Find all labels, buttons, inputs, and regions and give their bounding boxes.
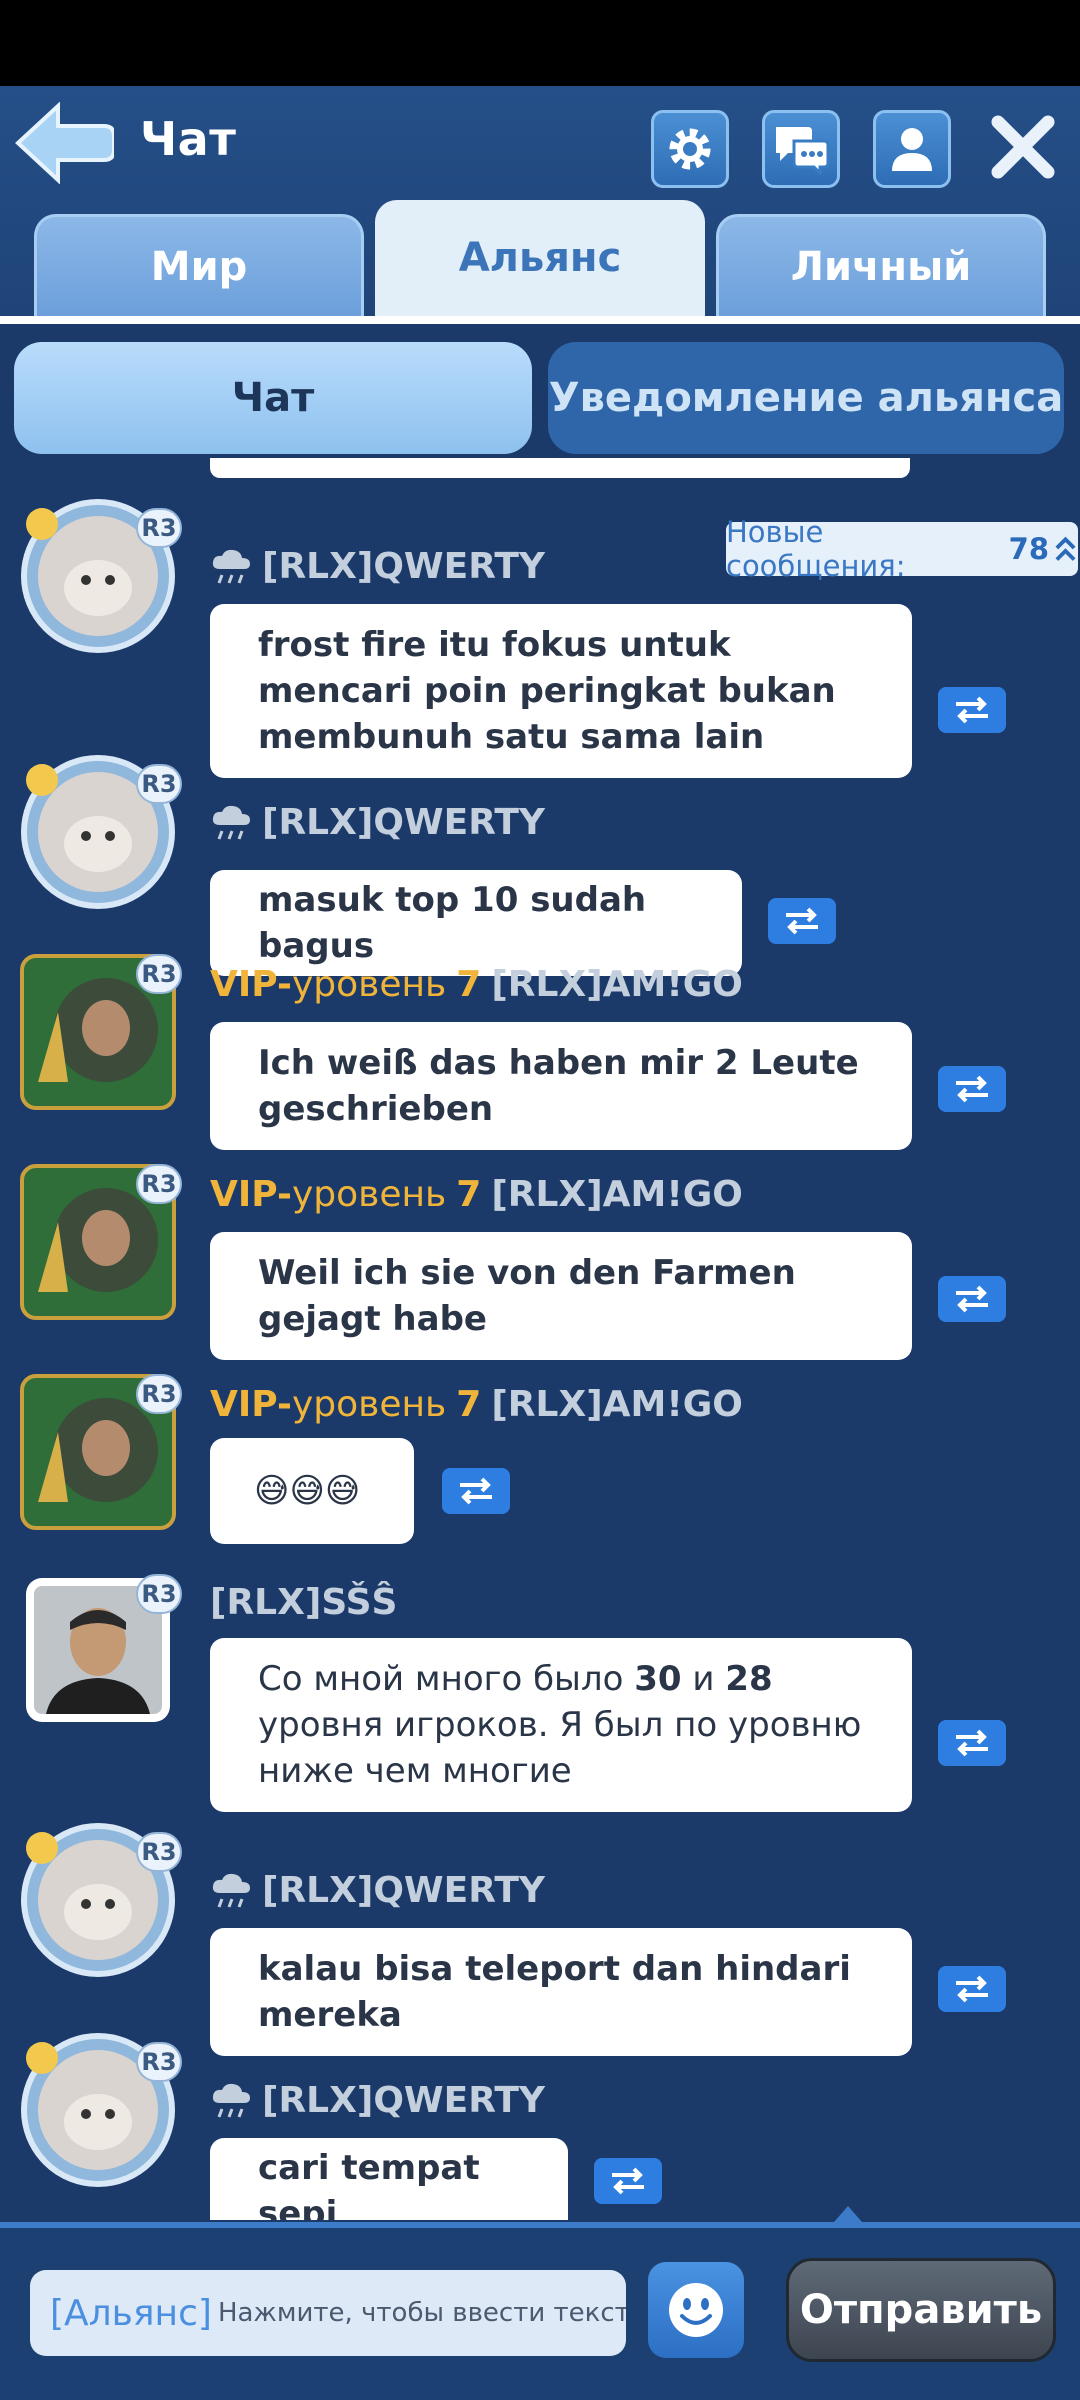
emoji-button[interactable] bbox=[648, 2262, 744, 2358]
vip-label: VIP- bbox=[210, 964, 292, 1005]
channel-tag: [Альянс] bbox=[50, 2292, 212, 2334]
new-messages-badge[interactable]: Новые сообщения: 78 bbox=[726, 515, 1078, 583]
settings-button[interactable] bbox=[651, 110, 729, 188]
tab-personal[interactable]: Личный bbox=[716, 214, 1046, 316]
message-input[interactable]: [Альянс] Нажмите, чтобы ввести текст bbox=[30, 2270, 626, 2356]
input-placeholder: Нажмите, чтобы ввести текст bbox=[217, 2298, 626, 2328]
vip-level-word: уровень bbox=[291, 1174, 447, 1215]
rank-badge: R3 bbox=[136, 1374, 182, 1414]
sender-name[interactable]: VIP-уровень 7 [RLX]AM!GO bbox=[210, 1174, 743, 1215]
message-bubble[interactable]: cari tempat sepi bbox=[210, 2138, 568, 2220]
translate-icon bbox=[460, 1477, 492, 1505]
translate-icon bbox=[956, 696, 988, 724]
sender-name-text: [RLX]QWERTY bbox=[262, 546, 545, 587]
vip-label: VIP- bbox=[210, 1384, 292, 1425]
message-text-number: 28 bbox=[725, 1659, 773, 1699]
sender-name-text: [RLX]AM!GO bbox=[491, 964, 743, 1005]
sender-name-text: [RLX]QWERTY bbox=[262, 1870, 545, 1911]
translate-button[interactable] bbox=[938, 687, 1006, 733]
rank-badge: R3 bbox=[136, 764, 182, 804]
previous-message-bubble bbox=[210, 458, 910, 478]
vip-level: 7 bbox=[456, 1174, 482, 1215]
vip-level: 7 bbox=[456, 1384, 482, 1425]
back-arrow-icon[interactable] bbox=[14, 102, 114, 184]
vip-level-word: уровень bbox=[291, 964, 447, 1005]
sender-name[interactable]: [RLX]QWERTY bbox=[210, 2080, 545, 2121]
message-bubble[interactable]: Ich weiß das haben mir 2 Leute geschrieb… bbox=[210, 1022, 912, 1150]
sender-name-text: [RLX]QWERTY bbox=[262, 2080, 545, 2121]
rank-badge: R3 bbox=[136, 954, 182, 994]
subtab-chat[interactable]: Чат bbox=[14, 342, 532, 454]
sender-name[interactable]: [RLX]QWERTY bbox=[210, 546, 545, 587]
translate-icon bbox=[956, 1075, 988, 1103]
translate-button[interactable] bbox=[442, 1468, 510, 1514]
message-bubble[interactable]: Weil ich sie von den Farmen gejagt habe bbox=[210, 1232, 912, 1360]
vip-level: 7 bbox=[456, 964, 482, 1005]
chat-bubbles-icon bbox=[776, 127, 830, 175]
gear-icon bbox=[669, 128, 711, 170]
translate-icon bbox=[786, 907, 818, 935]
double-chevron-up-icon bbox=[1055, 536, 1076, 561]
page-title: Чат bbox=[140, 112, 237, 166]
person-icon bbox=[892, 128, 932, 171]
cloud-rain-icon bbox=[212, 1873, 250, 1908]
translate-button[interactable] bbox=[938, 1276, 1006, 1322]
subtab-alliance-notice[interactable]: Уведомление альянса bbox=[548, 342, 1064, 454]
status-bar bbox=[0, 0, 1080, 86]
rank-badge: R3 bbox=[136, 1164, 182, 1204]
translate-button[interactable] bbox=[938, 1066, 1006, 1112]
new-messages-label: Новые сообщения: bbox=[726, 515, 906, 583]
rank-badge: R3 bbox=[136, 2042, 182, 2082]
smiley-icon bbox=[669, 2283, 723, 2337]
translate-button[interactable] bbox=[768, 898, 836, 944]
sender-name[interactable]: [RLX]SŠŜ bbox=[210, 1582, 398, 1623]
message-text-number: 30 bbox=[634, 1659, 682, 1699]
sender-name-text: [RLX]AM!GO bbox=[491, 1174, 743, 1215]
tab-divider bbox=[0, 316, 1080, 324]
send-button[interactable]: Отправить bbox=[786, 2258, 1056, 2362]
translate-icon bbox=[956, 1729, 988, 1757]
translate-icon bbox=[956, 1975, 988, 2003]
tab-alliance[interactable]: Альянс bbox=[375, 200, 705, 316]
tab-world[interactable]: Мир bbox=[34, 214, 364, 316]
sender-name[interactable]: VIP-уровень 7 [RLX]AM!GO bbox=[210, 964, 743, 1005]
translate-button[interactable] bbox=[938, 1720, 1006, 1766]
translate-button[interactable] bbox=[938, 1966, 1006, 2012]
sender-name[interactable]: [RLX]QWERTY bbox=[210, 802, 545, 843]
close-icon[interactable] bbox=[988, 112, 1058, 182]
vip-level-word: уровень bbox=[291, 1384, 447, 1425]
message-text: Со мной много было bbox=[258, 1659, 635, 1699]
rank-badge: R3 bbox=[136, 508, 182, 548]
chat-list-button[interactable] bbox=[762, 110, 840, 188]
sender-name-text: [RLX]SŠŜ bbox=[210, 1582, 398, 1623]
message-bubble[interactable]: kalau bisa teleport dan hindari mereka bbox=[210, 1928, 912, 2056]
rank-badge: R3 bbox=[136, 1832, 182, 1872]
message-list[interactable]: R3 [RLX]QWERTY frost fire itu fokus untu… bbox=[0, 458, 1080, 2220]
message-bubble[interactable]: frost fire itu fokus untuk mencari poin … bbox=[210, 604, 912, 778]
sender-name-text: [RLX]QWERTY bbox=[262, 802, 545, 843]
message-text: и bbox=[681, 1659, 726, 1699]
translate-icon bbox=[612, 2167, 644, 2195]
translate-icon bbox=[956, 1285, 988, 1313]
message-text: уровня игроков. Я был по уровню ниже чем… bbox=[258, 1705, 862, 1791]
profile-button[interactable] bbox=[873, 110, 951, 188]
sender-name[interactable]: VIP-уровень 7 [RLX]AM!GO bbox=[210, 1384, 743, 1425]
rank-badge: R3 bbox=[136, 1574, 182, 1614]
message-bubble[interactable]: 😅😅😅 bbox=[210, 1438, 414, 1544]
message-bubble[interactable]: masuk top 10 sudah bagus bbox=[210, 870, 742, 976]
sender-name-text: [RLX]AM!GO bbox=[491, 1384, 743, 1425]
message-bubble[interactable]: Со мной много было 30 и 28 уровня игроко… bbox=[210, 1638, 912, 1812]
vip-label: VIP- bbox=[210, 1174, 292, 1215]
bottom-notch bbox=[834, 2206, 862, 2222]
new-messages-count: 78 bbox=[1008, 532, 1050, 566]
cloud-rain-icon bbox=[212, 549, 250, 584]
translate-button[interactable] bbox=[594, 2158, 662, 2204]
cloud-rain-icon bbox=[212, 2083, 250, 2118]
sender-name[interactable]: [RLX]QWERTY bbox=[210, 1870, 545, 1911]
cloud-rain-icon bbox=[212, 805, 250, 840]
